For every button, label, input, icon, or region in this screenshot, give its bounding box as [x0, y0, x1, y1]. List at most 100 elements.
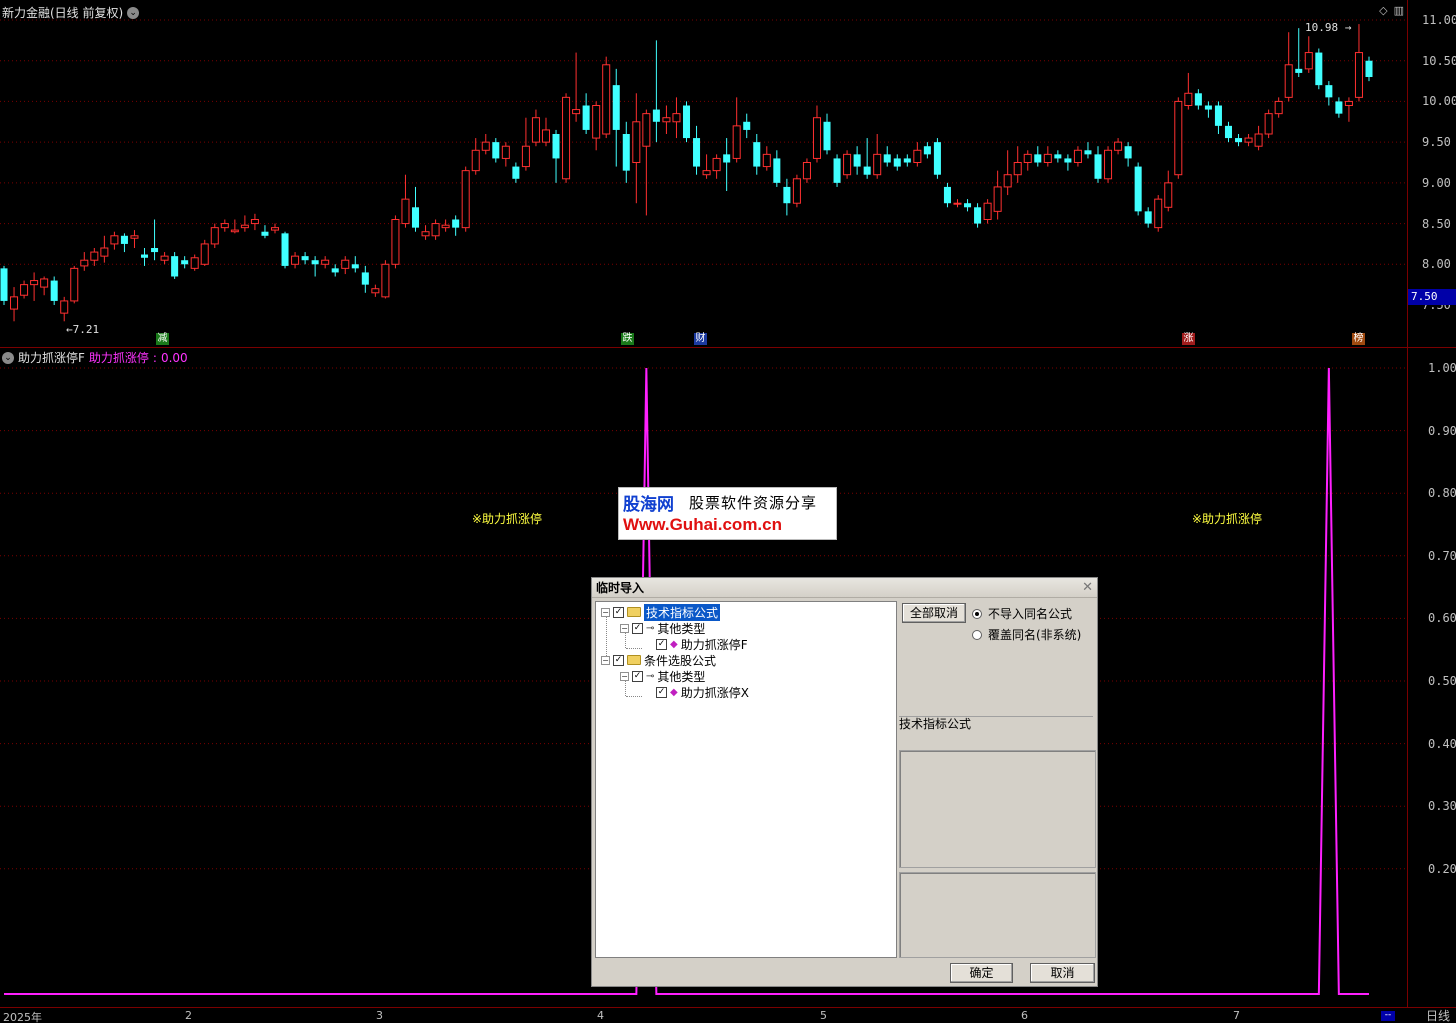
date-label: 7 — [1233, 1009, 1240, 1022]
candle — [903, 154, 911, 167]
candle — [1174, 97, 1183, 179]
event-badge[interactable]: 财 — [694, 333, 707, 345]
event-badge[interactable]: 榜 — [1352, 333, 1365, 345]
radio-skip-same[interactable]: 不导入同名公式 — [972, 605, 1072, 622]
key-icon: ⊸ — [646, 622, 655, 634]
candle — [1354, 24, 1363, 102]
candle — [792, 174, 801, 208]
checkbox[interactable]: ✓ — [656, 638, 667, 650]
tree-node[interactable]: ✓ ◆ 助力抓涨停X — [656, 684, 749, 700]
chart-title[interactable]: 新力金融(日线 前复权) ⌄ — [2, 4, 140, 21]
last-price-tag: 7.50 — [1408, 289, 1456, 305]
collapse-icon[interactable]: − — [620, 671, 629, 681]
candle — [20, 280, 29, 299]
tree-node[interactable]: − ✓ 技术指标公式 — [601, 603, 721, 621]
event-badge[interactable]: 涨 — [1182, 333, 1195, 345]
radio-button[interactable] — [972, 608, 982, 619]
checkbox[interactable]: ✓ — [632, 622, 643, 634]
price-tick-label: 8.00 — [1422, 257, 1451, 272]
chevron-down-icon[interactable]: ⌄ — [2, 351, 14, 364]
candle — [1094, 146, 1102, 183]
tree-node[interactable]: ✓ ◆ 助力抓涨停F — [656, 636, 748, 652]
collapse-icon[interactable]: − — [601, 607, 610, 617]
candle — [60, 296, 69, 322]
folder-icon — [627, 607, 641, 617]
signal-label: ※助力抓涨停 — [1192, 512, 1263, 526]
collapse-icon[interactable]: − — [620, 623, 629, 633]
candle — [40, 276, 49, 296]
candle — [461, 166, 470, 232]
description-panel — [899, 872, 1096, 958]
candle — [1104, 146, 1113, 183]
dialog-titlebar[interactable]: 临时导入 ✕ — [592, 578, 1097, 598]
indicator-value: 0.00 — [160, 350, 188, 365]
tree-node-label: 其他类型 — [657, 621, 706, 636]
checkbox[interactable]: ✓ — [613, 606, 624, 618]
deselect-all-button[interactable]: 全部取消 — [902, 603, 966, 623]
period-label[interactable]: 日线 — [1426, 1007, 1450, 1023]
candle — [802, 158, 811, 183]
candle — [993, 170, 1002, 220]
price-tick-label: 9.50 — [1422, 135, 1451, 150]
info-panel — [899, 750, 1096, 868]
event-badge[interactable]: 减 — [156, 333, 169, 345]
tree-node[interactable]: − ✓ ⊸ 其他类型 — [620, 620, 705, 636]
candle — [1073, 146, 1082, 167]
candle — [743, 113, 751, 139]
indicator-label: 助力抓涨停 — [88, 351, 149, 365]
candle — [190, 254, 199, 271]
candle — [1013, 146, 1022, 183]
formula-tree[interactable]: − ✓ 技术指标公式 − ✓ ⊸ 其他类型 ✓ ◆ 助力抓涨停F − ✓ 条件选… — [595, 601, 897, 958]
close-icon[interactable]: ✕ — [1082, 580, 1093, 595]
candle — [321, 256, 330, 269]
candle — [492, 138, 500, 163]
candle — [10, 287, 19, 322]
checkbox[interactable]: ✓ — [613, 654, 624, 666]
candle — [0, 265, 8, 305]
indicator-title[interactable]: ⌄ 助力抓涨停F 助力抓涨停: 0.00 — [2, 349, 188, 366]
candle — [682, 101, 691, 143]
candle — [541, 117, 550, 147]
candle — [1084, 142, 1092, 159]
candle — [562, 93, 571, 183]
group-title: 技术指标公式 — [899, 717, 972, 731]
radio-label: 不导入同名公式 — [988, 607, 1073, 621]
candle — [291, 252, 300, 269]
key-icon: ⊸ — [646, 670, 655, 682]
candle — [1214, 101, 1222, 134]
candle — [311, 256, 319, 277]
event-badge[interactable]: 跌 — [621, 333, 634, 345]
radio-button[interactable] — [972, 629, 982, 640]
radio-overwrite[interactable]: 覆盖同名(非系统) — [972, 626, 1081, 643]
ok-button[interactable]: 确定 — [950, 963, 1013, 983]
candle — [582, 93, 590, 134]
candle — [1194, 89, 1202, 110]
panel-toggle-icon[interactable]: ▥ — [1394, 4, 1404, 17]
indicator-tick-label: 1.00 — [1428, 361, 1456, 375]
tree-node[interactable]: − ✓ ⊸ 其他类型 — [620, 668, 705, 684]
candle — [50, 276, 58, 305]
cancel-button[interactable]: 取消 — [1030, 963, 1095, 983]
tree-node[interactable]: − ✓ 条件选股公式 — [601, 652, 716, 668]
date-label: 2025年 — [3, 1011, 42, 1023]
tree-node-label: 技术指标公式 — [644, 603, 721, 621]
candle — [270, 223, 280, 234]
checkbox[interactable]: ✓ — [632, 670, 643, 682]
candle — [301, 252, 309, 265]
candle — [732, 97, 741, 163]
candle — [1064, 154, 1072, 171]
candle — [30, 272, 39, 301]
scroll-indicator[interactable]: -- — [1381, 1011, 1395, 1021]
candle — [100, 235, 109, 263]
candle — [80, 252, 89, 271]
chevron-down-icon[interactable]: ⌄ — [127, 6, 140, 19]
candle — [501, 142, 510, 167]
collapse-icon[interactable]: − — [601, 655, 610, 665]
checkbox[interactable]: ✓ — [656, 686, 667, 698]
diamond-icon[interactable]: ◇ — [1379, 4, 1387, 17]
candle — [693, 125, 701, 175]
candle — [913, 142, 922, 167]
indicator-tick-label: 0.90 — [1428, 423, 1456, 438]
candle — [1284, 32, 1293, 102]
candle — [431, 219, 440, 240]
